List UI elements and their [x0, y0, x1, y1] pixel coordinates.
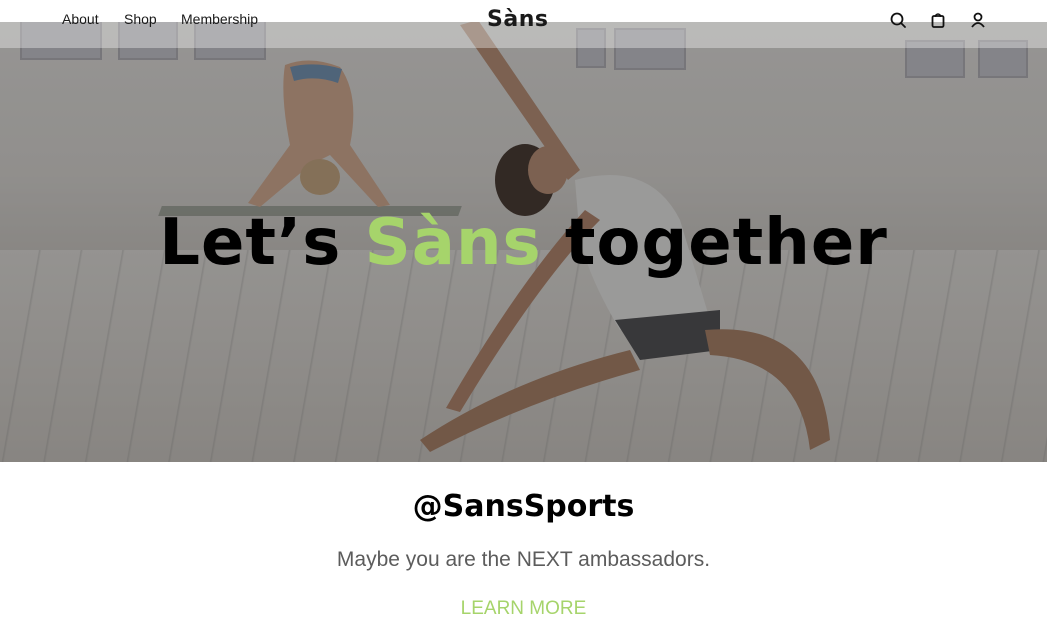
- headline-text-end: together: [564, 206, 888, 280]
- user-icon[interactable]: [969, 11, 987, 29]
- nav-link-shop[interactable]: Shop: [124, 11, 157, 27]
- hero-headline: Let’s Sàns together: [0, 206, 1047, 280]
- ambassador-subtitle: Maybe you are the NEXT ambassadors.: [336, 548, 711, 571]
- headline-accent-brand: Sàns: [364, 206, 542, 280]
- brand-logo[interactable]: Sàns: [487, 7, 548, 32]
- nav-link-about[interactable]: About: [62, 11, 99, 27]
- hero-section: Let’s Sàns together: [0, 0, 1047, 462]
- nav-link-membership[interactable]: Membership: [181, 11, 258, 27]
- bag-icon[interactable]: [929, 11, 947, 29]
- social-handle: @SansSports: [412, 489, 635, 524]
- learn-more-link[interactable]: LEARN MORE: [0, 598, 1047, 620]
- headline-text-start: Let’s: [159, 206, 342, 280]
- search-icon[interactable]: [889, 11, 907, 29]
